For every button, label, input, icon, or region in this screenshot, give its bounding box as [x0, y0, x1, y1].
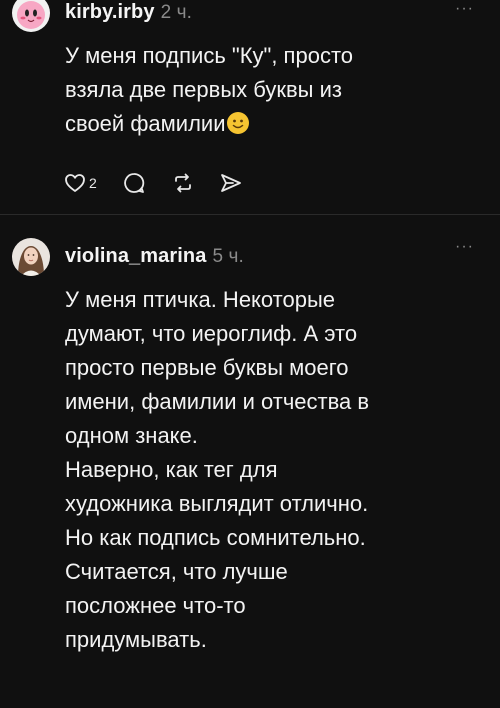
username[interactable]: violina_marina	[65, 245, 206, 267]
repost-button[interactable]	[171, 172, 195, 194]
comment-kirby: kirby.irby 2 ч. ··· У меня подпись "Ку", …	[0, 0, 500, 214]
more-options-button[interactable]: ···	[455, 0, 474, 18]
kirby-avatar-icon	[12, 0, 50, 32]
like-count: 2	[89, 175, 97, 191]
like-button[interactable]: 2	[64, 173, 97, 193]
comment-header: violina_marina 5 ч.	[65, 245, 244, 268]
avatar[interactable]	[12, 238, 50, 276]
share-button[interactable]	[219, 172, 243, 194]
comment-header: kirby.irby 2 ч.	[65, 1, 192, 24]
more-options-button[interactable]: ···	[455, 238, 474, 256]
slightly-smiling-face-icon	[226, 111, 250, 145]
comment-text: У меня подпись "Ку", просто взяла две пе…	[65, 39, 485, 145]
timestamp: 5 ч.	[212, 246, 244, 267]
comment-text: У меня птичка. Некоторые думают, что иер…	[65, 287, 370, 652]
timestamp: 2 ч.	[160, 2, 192, 23]
repost-icon	[174, 173, 191, 193]
send-icon	[220, 174, 241, 192]
user-photo-avatar-icon	[12, 238, 50, 276]
avatar[interactable]	[12, 0, 50, 32]
comment-violina: violina_marina 5 ч. ··· У меня птичка. Не…	[0, 214, 500, 708]
reply-button[interactable]	[123, 172, 145, 194]
heart-icon	[65, 174, 85, 192]
username[interactable]: kirby.irby	[65, 1, 155, 23]
comment-actions: 2	[64, 168, 243, 198]
comment-icon	[124, 173, 145, 193]
comment-body: У меня подпись "Ку", просто взяла две пе…	[65, 43, 354, 136]
